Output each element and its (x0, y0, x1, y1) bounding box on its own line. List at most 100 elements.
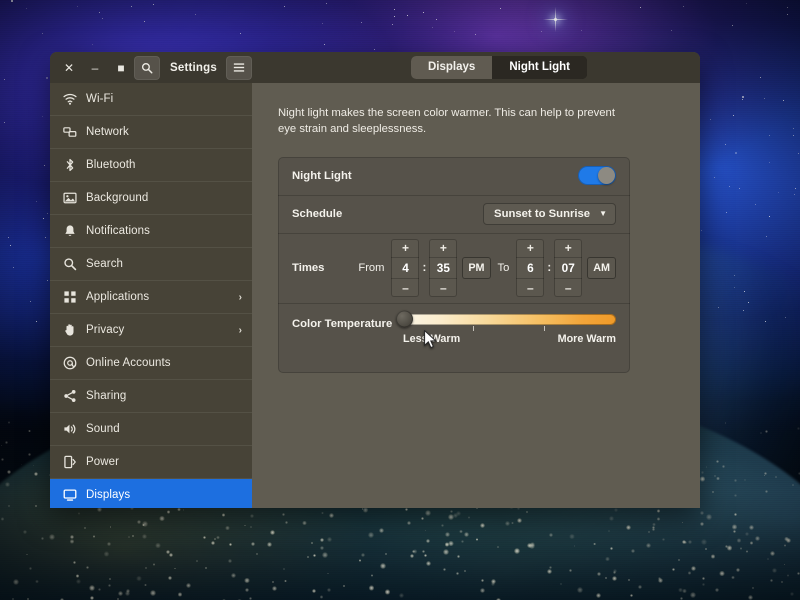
from-hour-stepper[interactable]: + 4 – (391, 239, 419, 297)
sidebar-item-power[interactable]: Power (50, 446, 252, 478)
title-bar: ✕ – ■ Settings Displays Night (50, 52, 700, 83)
minimize-icon[interactable]: – (82, 56, 108, 80)
sidebar-item-search[interactable]: Search (50, 248, 252, 280)
sidebar-item-label: Sound (86, 423, 242, 435)
chevron-down-icon: ▼ (599, 209, 607, 218)
sidebar-item-displays[interactable]: Displays (50, 479, 252, 508)
maximize-icon[interactable]: ■ (108, 56, 134, 80)
wallpaper-bright-star (554, 18, 557, 21)
app-title: Settings (170, 62, 217, 74)
schedule-row: Schedule Sunset to Sunrise ▼ (278, 195, 630, 233)
sidebar[interactable]: Wi-Fi Network Bluetooth Background Notificat… (50, 83, 252, 508)
at-icon (62, 356, 77, 370)
from-minute-decrement[interactable]: – (429, 279, 457, 297)
from-hour-value[interactable]: 4 (391, 257, 419, 279)
sidebar-item-label: Sharing (86, 390, 242, 402)
sidebar-item-network[interactable]: Network (50, 116, 252, 148)
display-icon (62, 488, 77, 502)
close-icon[interactable]: ✕ (56, 56, 82, 80)
bell-icon (62, 224, 77, 238)
schedule-dropdown[interactable]: Sunset to Sunrise ▼ (483, 203, 616, 225)
times-row: Times From + 4 – : + 35 – (278, 233, 630, 303)
sidebar-item-label: Search (86, 258, 242, 270)
sidebar-item-label: Network (86, 126, 242, 138)
hamburger-icon[interactable] (226, 56, 252, 80)
to-hour-value[interactable]: 6 (516, 257, 544, 279)
wifi-icon (62, 92, 77, 106)
chevron-right-icon: › (239, 292, 242, 303)
schedule-value: Sunset to Sunrise (494, 208, 590, 220)
sidebar-item-privacy[interactable]: Privacy› (50, 314, 252, 346)
power-icon (62, 455, 77, 469)
toggle-knob (598, 167, 615, 184)
sidebar-item-label: Displays (86, 489, 242, 501)
schedule-label: Schedule (292, 208, 342, 220)
night-light-settings-card: Night Light Schedule Sunset to Sunrise ▼ (278, 157, 630, 373)
to-label: To (491, 262, 517, 274)
network-icon (62, 125, 77, 139)
from-minute-value[interactable]: 35 (429, 257, 457, 279)
sidebar-item-bluetooth[interactable]: Bluetooth (50, 149, 252, 181)
tab-displays[interactable]: Displays (411, 56, 492, 79)
search-icon-glyph (141, 62, 153, 74)
slider-max-label: More Warm (558, 333, 616, 345)
to-minute-stepper[interactable]: + 07 – (554, 239, 582, 297)
times-label: Times (292, 262, 324, 274)
to-time-separator: : (544, 262, 554, 274)
sidebar-item-applications[interactable]: Applications › (50, 281, 252, 313)
night-light-control (578, 166, 616, 185)
sidebar-item-label: Applications (86, 291, 230, 303)
to-hour-increment[interactable]: + (516, 239, 544, 257)
share-icon (62, 389, 77, 403)
sidebar-item-label: Wi-Fi (86, 93, 242, 105)
sidebar-item-sound[interactable]: Sound (50, 413, 252, 445)
sidebar-item-label: Bluetooth (86, 159, 242, 171)
view-switcher-tabs: Displays Night Light (411, 56, 587, 79)
tab-night-light[interactable]: Night Light (492, 56, 587, 79)
hand-icon (62, 323, 77, 337)
color-temperature-scale: Less Warm More Warm (403, 333, 616, 345)
from-minute-increment[interactable]: + (429, 239, 457, 257)
search-icon (62, 257, 77, 271)
sidebar-item-wi-fi[interactable]: Wi-Fi (50, 83, 252, 115)
search-icon[interactable] (134, 56, 160, 80)
sidebar-item-label: Privacy (86, 324, 230, 336)
to-minute-decrement[interactable]: – (554, 279, 582, 297)
from-hour-increment[interactable]: + (391, 239, 419, 257)
night-light-toggle[interactable] (578, 166, 616, 185)
window-body: Wi-Fi Network Bluetooth Background Notificat… (50, 83, 700, 508)
to-hour-stepper[interactable]: + 6 – (516, 239, 544, 297)
speaker-icon (62, 422, 77, 436)
bluetooth-icon (62, 158, 77, 172)
times-control: From + 4 – : + 35 – PM (351, 239, 616, 297)
night-light-row: Night Light (278, 157, 630, 195)
sidebar-item-sharing[interactable]: Sharing (50, 380, 252, 412)
from-hour-decrement[interactable]: – (391, 279, 419, 297)
hamburger-icon-glyph (233, 62, 245, 73)
from-label: From (351, 262, 391, 274)
schedule-control: Sunset to Sunrise ▼ (483, 203, 616, 225)
from-minute-stepper[interactable]: + 35 – (429, 239, 457, 297)
to-hour-decrement[interactable]: – (516, 279, 544, 297)
color-temperature-label: Color Temperature (292, 314, 392, 330)
background-icon (62, 191, 77, 205)
to-minute-increment[interactable]: + (554, 239, 582, 257)
night-light-label: Night Light (292, 170, 352, 182)
color-temperature-ticks (403, 326, 616, 333)
sidebar-item-online-accounts[interactable]: Online Accounts (50, 347, 252, 379)
to-meridiem-button[interactable]: AM (587, 257, 616, 279)
sidebar-item-label: Background (86, 192, 242, 204)
to-minute-value[interactable]: 07 (554, 257, 582, 279)
slider-min-label: Less Warm (403, 333, 460, 345)
from-time-separator: : (419, 262, 429, 274)
color-temperature-slider[interactable] (403, 314, 616, 325)
from-meridiem-button[interactable]: PM (462, 257, 490, 279)
color-temperature-row: Color Temperature Less Warm More Warm (278, 303, 630, 373)
sidebar-item-background[interactable]: Background (50, 182, 252, 214)
night-light-description: Night light makes the screen color warme… (278, 105, 630, 138)
sidebar-item-label: Notifications (86, 225, 242, 237)
title-bar-left: ✕ – ■ Settings (50, 52, 258, 83)
color-temperature-control: Less Warm More Warm (403, 314, 616, 345)
sidebar-item-notifications[interactable]: Notifications (50, 215, 252, 247)
sidebar-item-label: Online Accounts (86, 357, 242, 369)
